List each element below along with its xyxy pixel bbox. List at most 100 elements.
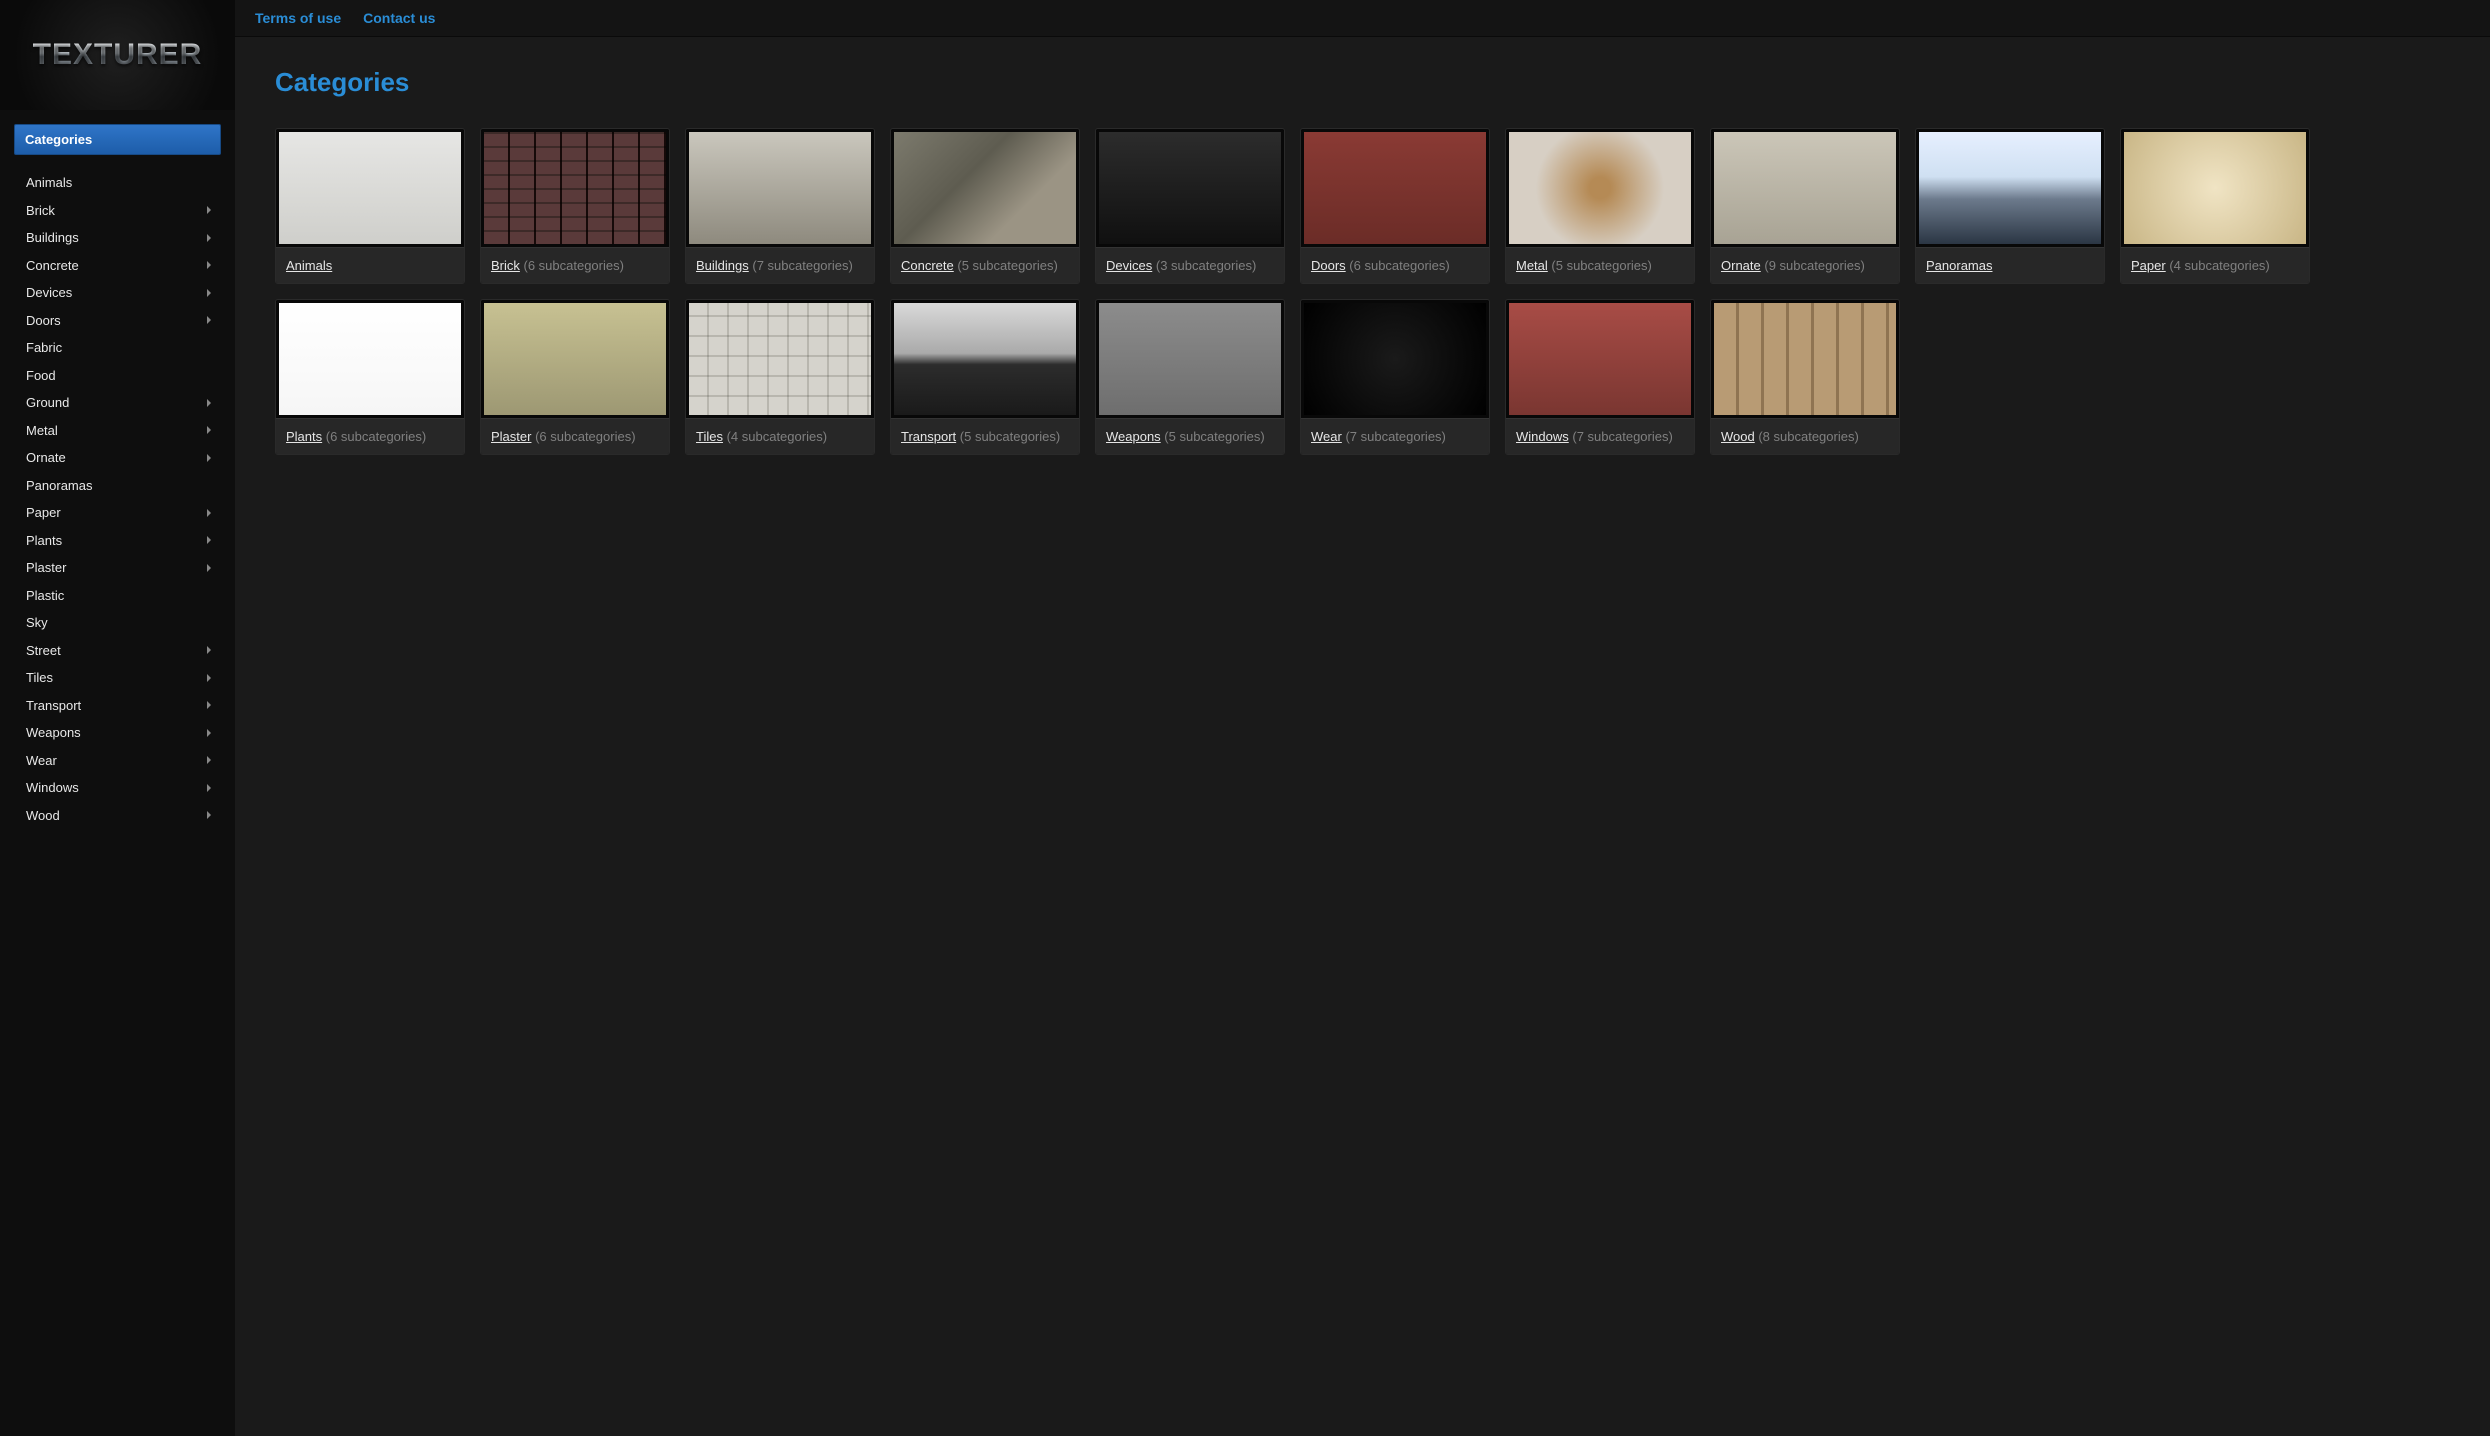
category-link[interactable]: Transport <box>901 429 956 444</box>
category-subcount: (5 subcategories) <box>956 429 1060 444</box>
category-link[interactable]: Animals <box>286 258 332 273</box>
sidebar-item[interactable]: Food <box>14 362 221 390</box>
category-card: Buildings (7 subcategories) <box>685 128 875 284</box>
category-card-footer: Paper (4 subcategories) <box>2121 247 2309 283</box>
sidebar-item[interactable]: Ornate <box>14 444 221 472</box>
sidebar-item[interactable]: Wood <box>14 802 221 830</box>
category-link[interactable]: Metal <box>1516 258 1548 273</box>
sidebar-item[interactable]: Concrete <box>14 252 221 280</box>
category-link[interactable]: Devices <box>1106 258 1152 273</box>
chevron-right-icon <box>207 701 211 709</box>
category-subcount: (7 subcategories) <box>1569 429 1673 444</box>
category-card: Animals <box>275 128 465 284</box>
sidebar-item[interactable]: Panoramas <box>14 472 221 500</box>
sidebar-item[interactable]: Plaster <box>14 554 221 582</box>
category-thumb[interactable] <box>1301 129 1489 247</box>
category-thumb[interactable] <box>1096 129 1284 247</box>
category-thumb[interactable] <box>1711 300 1899 418</box>
category-link[interactable]: Windows <box>1516 429 1569 444</box>
category-thumb[interactable] <box>686 129 874 247</box>
sidebar-item[interactable]: Metal <box>14 417 221 445</box>
sidebar-item[interactable]: Transport <box>14 692 221 720</box>
sidebar-item-label: Sky <box>26 613 48 633</box>
category-link[interactable]: Doors <box>1311 258 1346 273</box>
category-thumb[interactable] <box>1506 300 1694 418</box>
category-link[interactable]: Plaster <box>491 429 531 444</box>
category-thumb[interactable] <box>891 129 1079 247</box>
category-card: Devices (3 subcategories) <box>1095 128 1285 284</box>
sidebar-item-label: Devices <box>26 283 72 303</box>
category-thumb[interactable] <box>2121 129 2309 247</box>
category-thumb[interactable] <box>686 300 874 418</box>
category-thumb[interactable] <box>891 300 1079 418</box>
category-thumb[interactable] <box>1916 129 2104 247</box>
category-card: Panoramas <box>1915 128 2105 284</box>
category-card: Weapons (5 subcategories) <box>1095 299 1285 455</box>
category-link[interactable]: Plants <box>286 429 322 444</box>
chevron-right-icon <box>207 234 211 242</box>
sidebar-item[interactable]: Windows <box>14 774 221 802</box>
category-thumb[interactable] <box>276 300 464 418</box>
sidebar-item-label: Ground <box>26 393 69 413</box>
category-card-footer: Doors (6 subcategories) <box>1301 247 1489 283</box>
sidebar-item-label: Panoramas <box>26 476 92 496</box>
category-link[interactable]: Tiles <box>696 429 723 444</box>
sidebar-item[interactable]: Ground <box>14 389 221 417</box>
category-card: Concrete (5 subcategories) <box>890 128 1080 284</box>
category-thumb[interactable] <box>1711 129 1899 247</box>
category-card-footer: Wear (7 subcategories) <box>1301 418 1489 454</box>
category-link[interactable]: Paper <box>2131 258 2166 273</box>
chevron-right-icon <box>207 454 211 462</box>
sidebar-heading[interactable]: Categories <box>14 124 221 155</box>
sidebar-item[interactable]: Plastic <box>14 582 221 610</box>
category-card-footer: Transport (5 subcategories) <box>891 418 1079 454</box>
category-link[interactable]: Wood <box>1721 429 1755 444</box>
category-subcount: (9 subcategories) <box>1761 258 1865 273</box>
category-link[interactable]: Ornate <box>1721 258 1761 273</box>
category-link[interactable]: Weapons <box>1106 429 1161 444</box>
chevron-right-icon <box>207 811 211 819</box>
category-card-footer: Wood (8 subcategories) <box>1711 418 1899 454</box>
sidebar-item[interactable]: Wear <box>14 747 221 775</box>
sidebar-item[interactable]: Devices <box>14 279 221 307</box>
chevron-right-icon <box>207 509 211 517</box>
sidebar-item[interactable]: Doors <box>14 307 221 335</box>
category-thumb[interactable] <box>1096 300 1284 418</box>
category-link[interactable]: Concrete <box>901 258 954 273</box>
sidebar-item[interactable]: Sky <box>14 609 221 637</box>
sidebar-item[interactable]: Street <box>14 637 221 665</box>
sidebar-item[interactable]: Paper <box>14 499 221 527</box>
sidebar-item[interactable]: Brick <box>14 197 221 225</box>
sidebar-item[interactable]: Animals <box>14 169 221 197</box>
topnav-link[interactable]: Contact us <box>363 10 435 26</box>
topbar: Terms of use Contact us <box>235 0 2490 37</box>
chevron-right-icon <box>207 564 211 572</box>
category-thumb[interactable] <box>276 129 464 247</box>
logo[interactable]: TEXTURER <box>0 0 235 110</box>
category-link[interactable]: Panoramas <box>1926 258 1992 273</box>
sidebar-item-label: Plants <box>26 531 62 551</box>
sidebar-item[interactable]: Buildings <box>14 224 221 252</box>
sidebar-item-label: Animals <box>26 173 72 193</box>
category-link[interactable]: Buildings <box>696 258 749 273</box>
sidebar-item-label: Plastic <box>26 586 64 606</box>
chevron-right-icon <box>207 756 211 764</box>
category-card-footer: Metal (5 subcategories) <box>1506 247 1694 283</box>
category-link[interactable]: Brick <box>491 258 520 273</box>
sidebar-item[interactable]: Weapons <box>14 719 221 747</box>
category-link[interactable]: Wear <box>1311 429 1342 444</box>
category-thumb[interactable] <box>481 300 669 418</box>
topnav-link[interactable]: Terms of use <box>255 10 341 26</box>
category-thumb[interactable] <box>481 129 669 247</box>
chevron-right-icon <box>207 646 211 654</box>
category-thumb[interactable] <box>1506 129 1694 247</box>
sidebar-item-label: Weapons <box>26 723 81 743</box>
category-card: Doors (6 subcategories) <box>1300 128 1490 284</box>
category-thumb[interactable] <box>1301 300 1489 418</box>
sidebar-item[interactable]: Tiles <box>14 664 221 692</box>
sidebar-item[interactable]: Fabric <box>14 334 221 362</box>
category-card-footer: Concrete (5 subcategories) <box>891 247 1079 283</box>
sidebar-item[interactable]: Plants <box>14 527 221 555</box>
sidebar-item-label: Doors <box>26 311 61 331</box>
category-grid: AnimalsBrick (6 subcategories)Buildings … <box>275 128 2450 455</box>
